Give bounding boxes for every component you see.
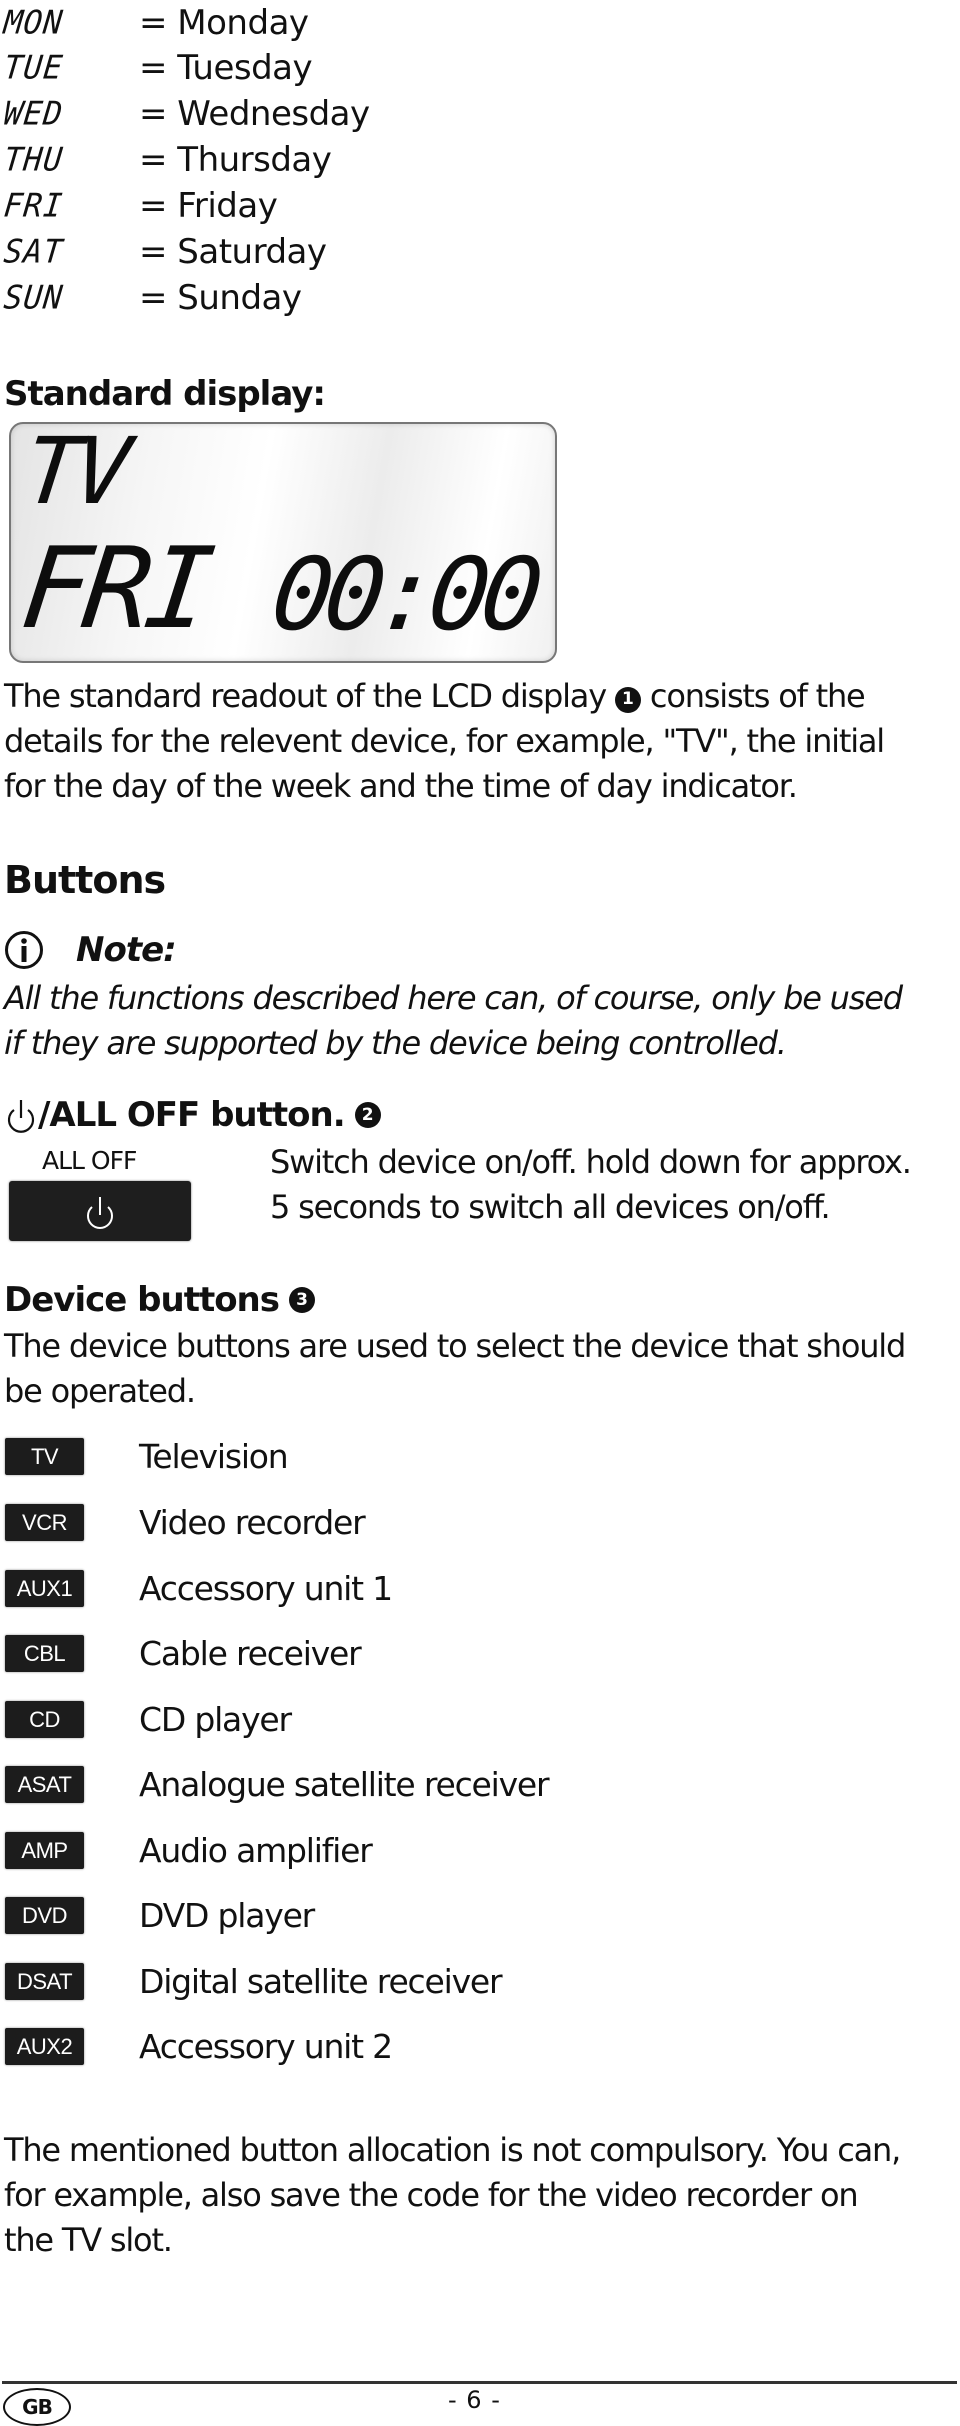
list-item: AUX1 Accessory unit 1	[0, 1564, 900, 1614]
device-key-tv: TV	[5, 1438, 84, 1475]
lcd-day-code: MON	[2, 4, 65, 42]
device-description: Video recorder	[139, 1503, 366, 1542]
device-buttons-heading: Device buttons 3	[4, 1280, 315, 1320]
text-line: 5 seconds to switch all devices on/off.	[270, 1188, 831, 1226]
day-name: = Tuesday	[139, 48, 313, 88]
day-code-row: SAT = Saturday	[2, 229, 327, 275]
lcd-display-illustration: TV FRI 00:00	[9, 418, 557, 663]
device-description: Analogue satellite receiver	[139, 1765, 550, 1804]
text-span: The standard readout of the LCD display	[4, 677, 607, 715]
lcd-day-code: SUN	[2, 279, 65, 317]
list-item: ASAT Analogue satellite receiver	[0, 1760, 900, 1810]
text-line: The device buttons are used to select th…	[4, 1327, 906, 1365]
reference-number-badge: 3	[289, 1287, 315, 1313]
day-code-row: FRI = Friday	[2, 183, 278, 229]
day-code-row: MON = Monday	[2, 0, 309, 46]
all-off-button-illustration	[9, 1181, 191, 1241]
device-buttons-heading-text: Device buttons	[4, 1280, 280, 1320]
day-name: = Thursday	[139, 140, 332, 180]
list-item: CD CD player	[0, 1695, 900, 1745]
allocation-note: The mentioned button allocation is not c…	[4, 2128, 960, 2263]
reference-number-badge: 1	[614, 686, 641, 713]
text-line: the TV slot.	[4, 2221, 173, 2259]
buttons-heading: Buttons	[4, 858, 166, 902]
text-line: be operated.	[4, 1372, 196, 1410]
day-code-row: SUN = Sunday	[2, 275, 302, 321]
device-key-cbl: CBL	[5, 1635, 84, 1672]
list-item: AMP Audio amplifier	[0, 1826, 900, 1876]
device-description: DVD player	[139, 1896, 315, 1935]
text-line: details for the relevent device, for exa…	[4, 722, 885, 760]
device-description: Digital satellite receiver	[139, 1962, 503, 2001]
text-line: All the functions described here can, of…	[4, 979, 903, 1017]
page-number: - 6 -	[448, 2386, 501, 2414]
day-code-row: WED = Wednesday	[2, 91, 370, 137]
day-name: = Saturday	[139, 232, 327, 272]
device-key-asat: ASAT	[5, 1766, 84, 1803]
standard-display-description: The standard readout of the LCD display …	[4, 674, 954, 809]
day-name: = Friday	[139, 186, 278, 226]
list-item: VCR Video recorder	[0, 1498, 900, 1548]
device-key-aux1: AUX1	[5, 1570, 84, 1607]
language-badge: GB	[3, 2388, 71, 2426]
all-off-key-label: ALL OFF	[42, 1146, 137, 1175]
device-description: Television	[139, 1437, 289, 1476]
text-line: The standard readout of the LCD display …	[4, 674, 954, 719]
info-icon	[4, 930, 44, 970]
all-off-heading-text: /ALL OFF button.	[38, 1095, 346, 1135]
list-item: TV Television	[0, 1432, 900, 1482]
lcd-day-code: TUE	[2, 49, 65, 87]
text-span: consists of the	[649, 677, 866, 715]
power-icon	[82, 1187, 118, 1235]
device-key-vcr: VCR	[5, 1504, 84, 1541]
all-off-description: Switch device on/off. hold down for appr…	[270, 1140, 960, 1230]
day-code-row: THU = Thursday	[2, 137, 332, 183]
device-description: Accessory unit 1	[139, 1569, 393, 1608]
note-text: All the functions described here can, of…	[4, 976, 959, 1066]
power-icon	[4, 1094, 38, 1136]
day-name: = Sunday	[139, 278, 302, 318]
device-key-amp: AMP	[5, 1832, 84, 1869]
day-code-row: TUE = Tuesday	[2, 45, 313, 91]
lcd-day-code: SAT	[2, 233, 65, 271]
text-line: for the day of the week and the time of …	[4, 767, 798, 805]
device-key-dvd: DVD	[5, 1897, 84, 1934]
lcd-day-code: THU	[2, 141, 65, 179]
standard-display-heading: Standard display:	[4, 374, 326, 414]
text-line: The mentioned button allocation is not c…	[4, 2131, 901, 2169]
lcd-day-text: FRI	[15, 524, 216, 654]
list-item: DSAT Digital satellite receiver	[0, 1957, 900, 2007]
device-description: Audio amplifier	[139, 1831, 373, 1870]
device-key-cd: CD	[5, 1701, 84, 1738]
reference-number-badge: 2	[354, 1102, 381, 1128]
note-label: Note:	[76, 930, 177, 970]
footer-divider	[2, 2381, 957, 2384]
text-line: for example, also save the code for the …	[4, 2176, 859, 2214]
device-key-aux2: AUX2	[5, 2028, 84, 2065]
note-header: Note:	[4, 930, 177, 970]
list-item: DVD DVD player	[0, 1891, 900, 1941]
device-key-dsat: DSAT	[5, 1963, 84, 2000]
day-name: = Monday	[139, 3, 309, 43]
day-name: = Wednesday	[139, 94, 370, 134]
lcd-device-text: TV	[18, 418, 131, 525]
text-line: Switch device on/off. hold down for appr…	[270, 1143, 912, 1181]
device-description: Cable receiver	[139, 1634, 362, 1673]
lcd-day-code: WED	[2, 95, 65, 133]
all-off-heading: /ALL OFF button. 2	[4, 1094, 381, 1136]
device-description: Accessory unit 2	[139, 2027, 393, 2066]
list-item: CBL Cable receiver	[0, 1629, 900, 1679]
device-description: CD player	[139, 1700, 292, 1739]
device-buttons-intro: The device buttons are used to select th…	[4, 1324, 959, 1414]
lcd-time-text: 00:00	[265, 536, 542, 653]
lcd-day-code: FRI	[2, 187, 65, 225]
list-item: AUX2 Accessory unit 2	[0, 2022, 900, 2072]
text-line: if they are supported by the device bein…	[4, 1024, 787, 1062]
